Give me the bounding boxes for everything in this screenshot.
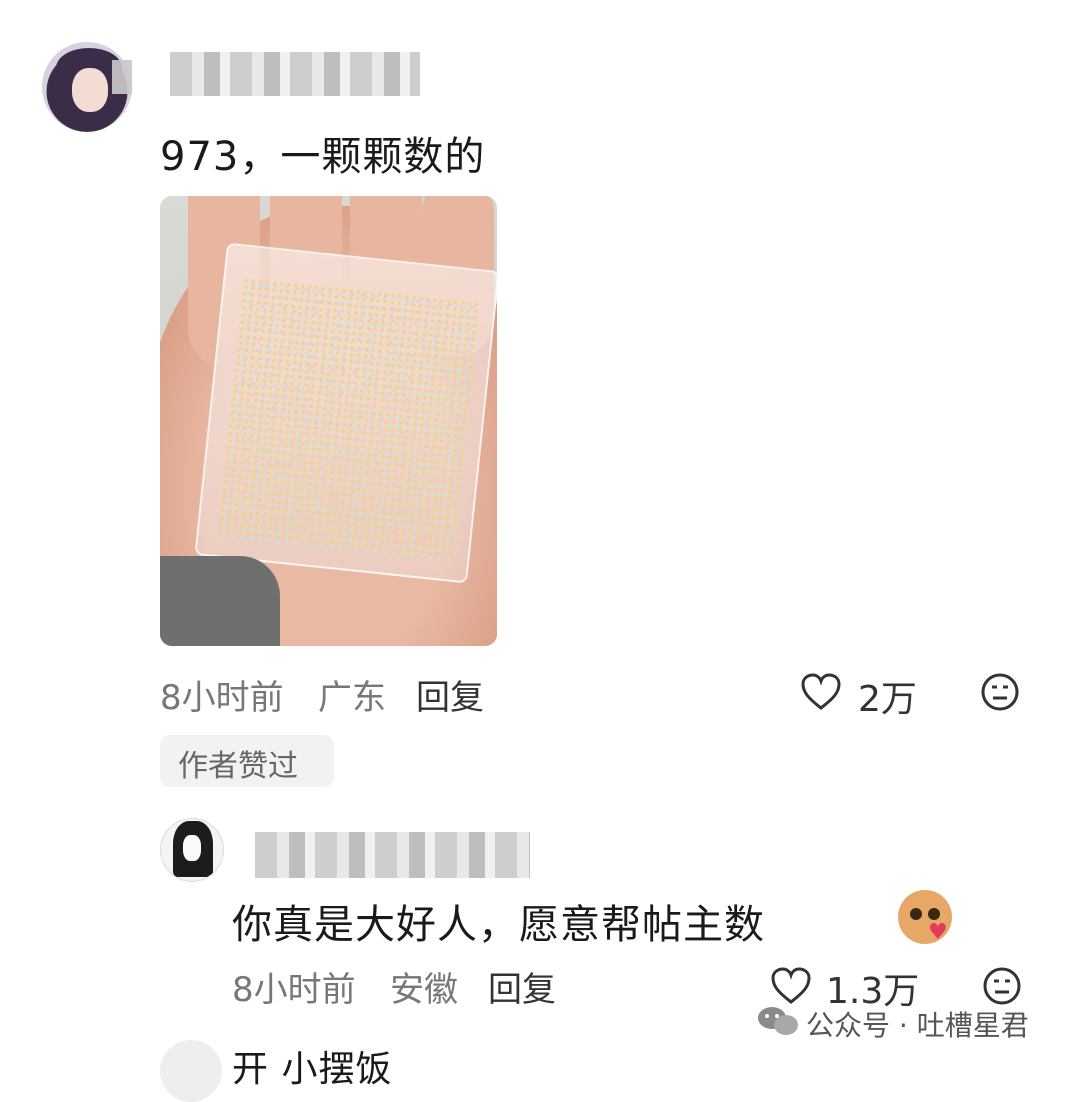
reply-location: 安徽 <box>390 970 458 1010</box>
wechat-icon <box>758 1007 798 1035</box>
reply-text: 你真是大好人，愿意帮帖主数 <box>232 902 765 948</box>
reply-name-blurred[interactable] <box>255 832 530 878</box>
emoji-cat-icon: ♥ <box>898 890 952 945</box>
heart-outline-icon[interactable] <box>770 966 812 1006</box>
comment-like-count: 2万 <box>858 679 917 720</box>
heart-outline-icon[interactable] <box>800 672 842 712</box>
author-liked-tag-label: 作者赞过 <box>178 749 298 784</box>
bead-bag <box>194 242 497 584</box>
next-comment-partial: 开 小摆饭 <box>232 1049 393 1090</box>
reply-avatar[interactable] <box>160 818 224 882</box>
reply-time: 8小时前 <box>232 970 356 1010</box>
dislike-face-icon[interactable] <box>982 966 1022 1006</box>
comment-reply-button[interactable]: 回复 <box>416 670 484 719</box>
dislike-face-icon[interactable] <box>980 672 1020 712</box>
next-avatar-partial <box>160 1040 222 1102</box>
watermark-text: 公众号 · 吐槽星君 <box>806 1009 1029 1042</box>
comment-location: 广东 <box>318 678 386 718</box>
author-liked-tag: 作者赞过 <box>160 735 334 787</box>
reply-reply-button[interactable]: 回复 <box>488 962 556 1011</box>
commenter-name-blurred[interactable] <box>170 52 420 96</box>
comment-image[interactable] <box>160 196 497 646</box>
comment-text: 973，一颗颗数的 <box>160 134 486 180</box>
comment-time: 8小时前 <box>160 678 284 718</box>
commenter-badge-blurred <box>112 60 132 94</box>
